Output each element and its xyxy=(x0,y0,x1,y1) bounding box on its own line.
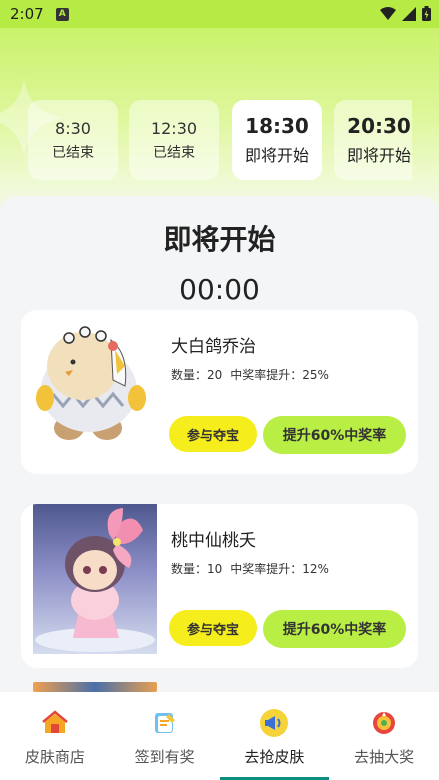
lottery-icon xyxy=(369,708,399,738)
product-card: 桃中仙桃夭 数量：10 中奖率提升：12% 参与夺宝 提升60%中奖率 xyxy=(21,504,418,668)
signal-icon xyxy=(402,6,416,21)
bottom-navigation: 皮肤商店 签到有奖 去抢皮肤 去抽大奖 xyxy=(0,692,439,780)
nav-item-grab-skin[interactable]: 去抢皮肤 xyxy=(219,692,330,780)
grab-skin-icon xyxy=(259,708,289,738)
nav-label: 签到有奖 xyxy=(134,748,195,766)
join-draw-button[interactable]: 参与夺宝 xyxy=(169,610,257,646)
session-tab-1830[interactable]: 18:30 即将开始 xyxy=(232,100,322,180)
nav-item-checkin[interactable]: 签到有奖 xyxy=(110,692,220,780)
battery-icon xyxy=(422,6,431,21)
status-bar: 2:07 A xyxy=(0,0,439,28)
status-time: 2:07 xyxy=(10,5,44,23)
wifi-icon xyxy=(380,6,396,20)
boost-rate-button[interactable]: 提升60%中奖率 xyxy=(263,416,406,454)
nav-label: 皮肤商店 xyxy=(24,748,85,766)
product-card: 大白鸽乔治 数量：20 中奖率提升：25% 参与夺宝 提升60%中奖率 xyxy=(21,310,418,474)
session-status: 即将开始 xyxy=(244,146,309,165)
join-draw-button[interactable]: 参与夺宝 xyxy=(169,416,257,452)
nav-item-lottery[interactable]: 去抽大奖 xyxy=(329,692,439,780)
session-tab-1230[interactable]: 12:30 已结束 xyxy=(129,100,219,180)
app-notification-icon: A xyxy=(55,7,69,21)
session-time: 8:30 xyxy=(55,118,91,138)
session-time: 12:30 xyxy=(150,118,198,138)
session-time: 20:30 xyxy=(347,114,411,138)
countdown-timer: 00:00 xyxy=(179,273,260,306)
session-tab-0830[interactable]: 8:30 已结束 xyxy=(28,100,118,180)
system-icons xyxy=(380,6,431,21)
nav-item-skin-shop[interactable]: 皮肤商店 xyxy=(0,692,110,780)
checkin-icon xyxy=(150,708,180,738)
nav-label: 去抢皮肤 xyxy=(244,748,305,766)
product-name: 大白鸽乔治 xyxy=(171,337,256,357)
product-meta: 数量：10 中奖率提升：12% xyxy=(171,560,329,577)
page-title: 即将开始 xyxy=(163,223,276,256)
session-status: 即将开始 xyxy=(346,146,411,165)
product-quantity: 数量：10 xyxy=(171,562,223,576)
shop-icon xyxy=(40,708,70,738)
next-product-image xyxy=(33,682,157,692)
nav-label: 去抽大奖 xyxy=(354,748,415,766)
skin-image-peach-fairy xyxy=(33,504,157,654)
product-name: 桃中仙桃夭 xyxy=(171,531,256,551)
product-rate: 中奖率提升：25% xyxy=(230,368,329,382)
skin-image-white-dove xyxy=(36,326,146,440)
session-status: 已结束 xyxy=(52,144,94,161)
product-quantity: 数量：20 xyxy=(171,368,223,382)
product-meta: 数量：20 中奖率提升：25% xyxy=(171,366,329,383)
session-tabs: 8:30 已结束 12:30 已结束 18:30 即将开始 20:30 即将开始 xyxy=(28,100,412,182)
product-rate: 中奖率提升：12% xyxy=(230,562,329,576)
session-status: 已结束 xyxy=(153,144,195,161)
session-tab-2030[interactable]: 20:30 即将开始 xyxy=(334,100,412,180)
session-time: 18:30 xyxy=(245,114,309,138)
boost-rate-button[interactable]: 提升60%中奖率 xyxy=(263,610,406,648)
